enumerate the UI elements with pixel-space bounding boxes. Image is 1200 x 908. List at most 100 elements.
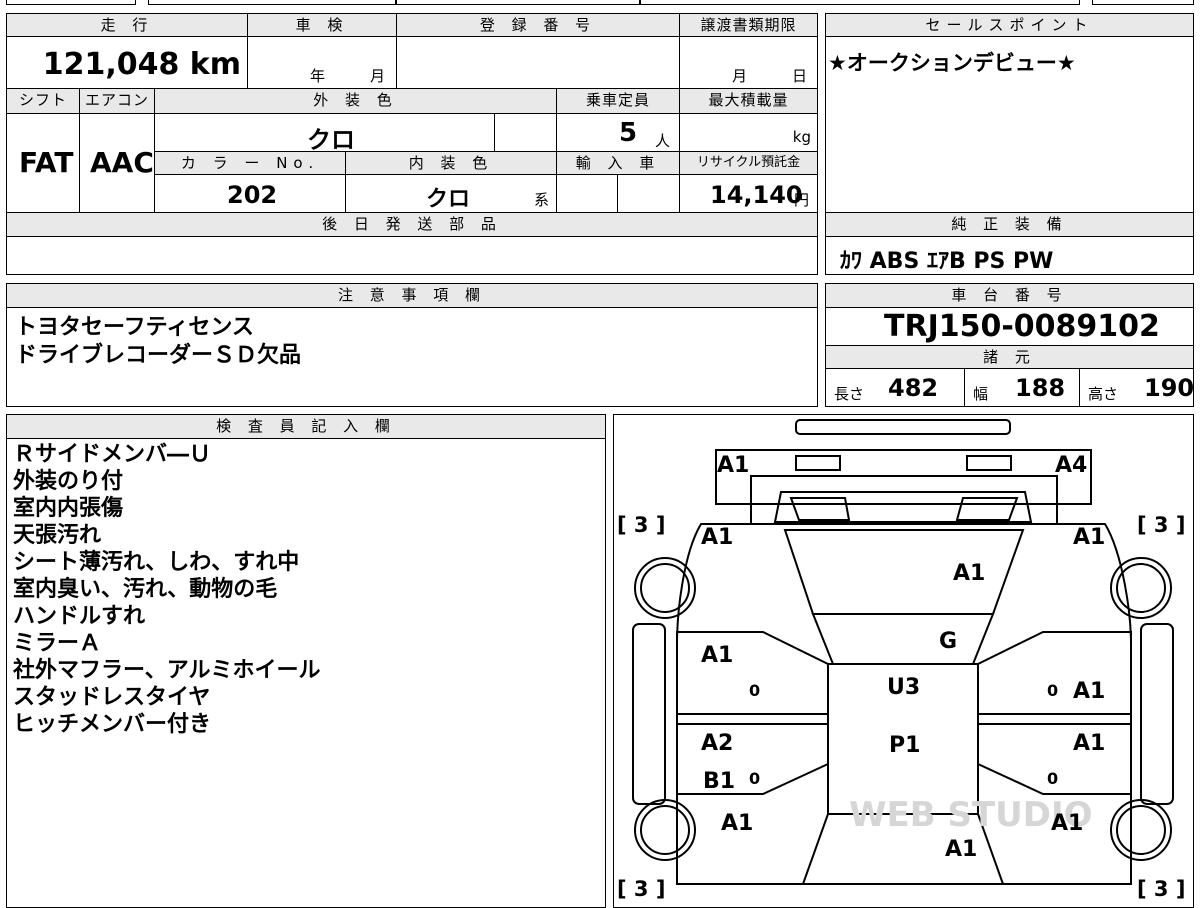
- front-door-right-outline: [976, 630, 1132, 715]
- headlight-right-outline: [965, 454, 1012, 471]
- shift-value: FAT: [19, 146, 74, 179]
- damage-label: U3: [887, 675, 920, 700]
- shaken-cell: 年 月: [247, 36, 397, 89]
- genuine-equipment-cell: ｶﾜ ABS ｴｱB PS PW: [825, 236, 1194, 275]
- damage-label: G: [939, 629, 957, 654]
- zero-mark: 0: [1047, 681, 1058, 700]
- mileage-value: 121,048 km: [42, 47, 241, 82]
- capacity-cell: 5 人: [556, 113, 680, 152]
- car-diagram: WEB STUDIO [ 3 ] [ 3 ] [ 3 ] [ 3 ] A1 A4…: [617, 418, 1185, 901]
- width-label: 幅: [973, 385, 989, 403]
- damage-label: A1: [701, 643, 733, 668]
- import-header: 輸 入 車: [556, 151, 680, 175]
- exterior-color-value: クロ: [307, 126, 355, 154]
- tire-front-right-outline: [1109, 556, 1172, 619]
- zero-mark: 0: [1047, 769, 1058, 788]
- transfer-month-unit: 月: [732, 67, 748, 85]
- capacity-unit: 人: [655, 132, 671, 150]
- length-label: 長さ: [834, 385, 865, 403]
- exterior-color-cell: クロ: [154, 113, 495, 154]
- sill-right-outline: [1139, 622, 1174, 805]
- cut-row-cell: [148, 0, 396, 5]
- front-bumper-outline: [794, 418, 1011, 435]
- length-value: 482: [888, 374, 939, 402]
- damage-label: A1: [1073, 731, 1105, 756]
- inspector-line: ミラーＡ: [13, 631, 102, 656]
- zero-mark: 0: [749, 769, 760, 788]
- interior-color-value: クロ: [426, 187, 471, 212]
- capacity-header: 乗車定員: [556, 88, 680, 114]
- inspector-line: シート薄汚れ、しわ、すれ中: [13, 550, 300, 575]
- later-parts-header: 後 日 発 送 部 品: [6, 212, 818, 237]
- inspector-line: スタッドレスタイヤ: [13, 685, 211, 710]
- shift-header: シフト: [6, 88, 80, 114]
- chassis-cell: TRJ150-0089102: [825, 307, 1194, 346]
- tire-front-right-inner: [1115, 562, 1166, 613]
- inspector-line: 天張汚れ: [13, 523, 102, 548]
- notes-lines: トヨタセーフティセンス ドライブレコーダーＳＤ欠品: [15, 314, 301, 370]
- inspector-line: 社外マフラー、アルミホイール: [13, 658, 321, 683]
- notes-line: ドライブレコーダーＳＤ欠品: [15, 343, 302, 368]
- cut-row-cell: [1092, 0, 1194, 5]
- recycle-unit: 円: [794, 191, 810, 209]
- genuine-equipment-text: ｶﾜ ABS ｴｱB PS PW: [840, 249, 1054, 274]
- width-value: 188: [1015, 374, 1066, 402]
- mileage-cell: 121,048 km: [6, 36, 248, 89]
- interior-color-cell: クロ 系: [345, 174, 557, 213]
- aircon-value: AAC: [90, 146, 154, 179]
- inspector-line: ヒッチメンバー付き: [13, 712, 212, 737]
- max-load-cell: kg: [679, 113, 818, 152]
- max-load-unit: kg: [792, 128, 811, 146]
- color-no-cell: 202: [154, 174, 346, 213]
- sill-left-outline: [631, 622, 666, 805]
- genuine-equipment-header: 純 正 装 備: [825, 212, 1194, 237]
- damage-label: A1: [1051, 811, 1083, 836]
- shift-cell: FAT: [6, 113, 80, 213]
- registration-cell: [396, 36, 680, 89]
- sales-point-text: ★オークションデビュー★: [828, 51, 1076, 75]
- damage-label: A1: [717, 453, 749, 478]
- damage-label: A2: [701, 731, 733, 756]
- chassis-value: TRJ150-0089102: [884, 309, 1160, 344]
- tire-mark-rear-left: [ 3 ]: [617, 877, 665, 901]
- roof-front-outline: [783, 528, 1024, 615]
- specs-header: 諸 元: [825, 345, 1194, 369]
- tire-rear-right-outline: [1109, 798, 1172, 861]
- exterior-color-header: 外 装 色: [154, 88, 557, 114]
- shaken-month-unit: 月: [370, 67, 386, 85]
- notes-header: 注 意 事 項 欄: [6, 283, 818, 308]
- wiper-left-outline: [789, 496, 850, 521]
- shaken-year-unit: 年: [310, 67, 326, 85]
- width-cell: 幅 188: [964, 368, 1080, 407]
- damage-label: A1: [1073, 679, 1105, 704]
- color-no-header: カ ラ ー No.: [154, 151, 346, 175]
- notes-line: トヨタセーフティセンス: [15, 315, 254, 340]
- zero-mark: 0: [749, 681, 760, 700]
- damage-label: A1: [1073, 525, 1105, 550]
- inspector-line: 室内内張傷: [13, 496, 124, 521]
- sales-point-header: セールスポイント: [825, 13, 1194, 37]
- registration-header: 登 録 番 号: [396, 13, 680, 37]
- color-no-value: 202: [227, 181, 278, 209]
- damage-label: A4: [1055, 453, 1087, 478]
- inspector-line: 外装のり付: [13, 469, 124, 494]
- later-parts-cell: [6, 236, 818, 275]
- damage-label: A1: [721, 811, 753, 836]
- front-door-left-outline: [675, 630, 829, 715]
- inspector-cell: Ｒサイドメンバ―Ｕ 外装のり付 室内内張傷 天張汚れ シート薄汚れ、しわ、すれ中…: [6, 438, 606, 908]
- chassis-header: 車 台 番 号: [825, 283, 1194, 308]
- car-diagram-panel: WEB STUDIO [ 3 ] [ 3 ] [ 3 ] [ 3 ] A1 A4…: [613, 414, 1194, 908]
- damage-label: A1: [953, 561, 985, 586]
- exterior-color-sub-cell: [494, 113, 557, 152]
- aircon-header: エアコン: [79, 88, 155, 114]
- inspector-line: ハンドルすれ: [13, 604, 146, 629]
- sales-point-cell: ★オークションデビュー★: [825, 36, 1194, 213]
- damage-label: B1: [703, 769, 735, 794]
- height-value: 190: [1144, 374, 1195, 402]
- tire-rear-left-outline: [633, 798, 696, 861]
- wiper-right-outline: [955, 496, 1018, 521]
- length-cell: 長さ 482: [825, 368, 965, 407]
- damage-label: A1: [945, 837, 977, 862]
- interior-color-suffix: 系: [534, 191, 550, 209]
- cut-row-cell: [640, 0, 1080, 5]
